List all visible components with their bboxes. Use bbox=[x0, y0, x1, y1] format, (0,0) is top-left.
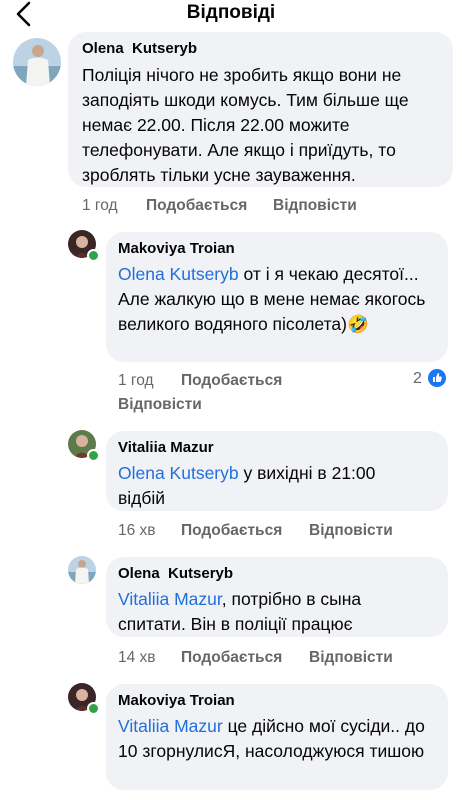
mention-link[interactable]: Vitaliia Mazur bbox=[118, 589, 222, 609]
avatar-image bbox=[68, 556, 96, 584]
comment-bubble[interactable]: Olena Kutseryb Поліція нічого не зробить… bbox=[68, 32, 453, 187]
reply-button[interactable]: Відповісти bbox=[309, 522, 393, 540]
mention-link[interactable]: Olena Kutseryb bbox=[118, 264, 239, 284]
like-button[interactable]: Подобається bbox=[181, 372, 282, 390]
comment-time: 1 год bbox=[82, 197, 118, 214]
comment-bubble[interactable]: Olena Kutseryb Vitaliia Mazur, потрібно … bbox=[106, 557, 448, 637]
comment-bubble[interactable]: Makoviya Troian Vitaliia Mazur це дійсно… bbox=[106, 684, 448, 790]
comment-author[interactable]: Makoviya Troian bbox=[118, 692, 436, 709]
online-status-dot bbox=[87, 249, 100, 262]
comment-actions: 1 год Подобається Відповісти bbox=[82, 197, 452, 219]
emoji: 🤣 bbox=[346, 314, 369, 334]
comment-text: Поліція нічого не зробить якщо вони не з… bbox=[82, 65, 409, 185]
mention-link[interactable]: Vitaliia Mazur bbox=[118, 716, 223, 736]
comment-text: Vitaliia Mazur, потрібно в сына спитати.… bbox=[118, 589, 362, 634]
comment-time: 14 хв bbox=[118, 649, 156, 666]
reply-button[interactable]: Відповісти bbox=[118, 396, 202, 414]
page-title: Відповіді bbox=[186, 2, 276, 23]
avatar[interactable] bbox=[68, 556, 96, 584]
comment-author[interactable]: Vitaliia Mazur bbox=[118, 439, 436, 456]
comment-text: Olena Kutseryb от і я чекаю десятої... А… bbox=[118, 264, 426, 334]
reply-button[interactable]: Відповісти bbox=[309, 649, 393, 667]
like-reaction-icon[interactable] bbox=[428, 369, 446, 387]
comment-author[interactable]: Olena Kutseryb bbox=[82, 40, 439, 57]
online-status-dot bbox=[87, 449, 100, 462]
reply-button[interactable]: Відповісти bbox=[273, 197, 357, 215]
comment-time: 1 год bbox=[118, 372, 154, 389]
comment-bubble[interactable]: Vitaliia Mazur Olena Kutseryb у вихідні … bbox=[106, 431, 448, 511]
avatar[interactable] bbox=[13, 38, 61, 86]
reaction-count[interactable]: 2 bbox=[413, 370, 422, 388]
top-bar: Відповіді bbox=[0, 0, 462, 32]
comment-author[interactable]: Makoviya Troian bbox=[118, 240, 436, 257]
like-button[interactable]: Подобається bbox=[181, 522, 282, 540]
comment-bubble[interactable]: Makoviya Troian Olena Kutseryb от і я че… bbox=[106, 232, 448, 362]
comment-actions: 14 хв Подобається Відповісти bbox=[118, 649, 448, 671]
comment-author[interactable]: Olena Kutseryb bbox=[118, 565, 436, 582]
avatar-image bbox=[13, 38, 61, 86]
comment-time: 16 хв bbox=[118, 522, 156, 539]
comment-text: Olena Kutseryb у вихідні в 21:00 відбій bbox=[118, 463, 376, 508]
comment-text: Vitaliia Mazur це дійсно мої сусіди.. до… bbox=[118, 716, 425, 761]
like-button[interactable]: Подобається bbox=[181, 649, 282, 667]
mention-link[interactable]: Olena Kutseryb bbox=[118, 463, 239, 483]
online-status-dot bbox=[87, 702, 100, 715]
like-button[interactable]: Подобається bbox=[146, 197, 247, 215]
comment-actions: 1 год Подобається Відповісти bbox=[118, 372, 448, 420]
comment-actions: 16 хв Подобається Відповісти bbox=[118, 522, 448, 544]
